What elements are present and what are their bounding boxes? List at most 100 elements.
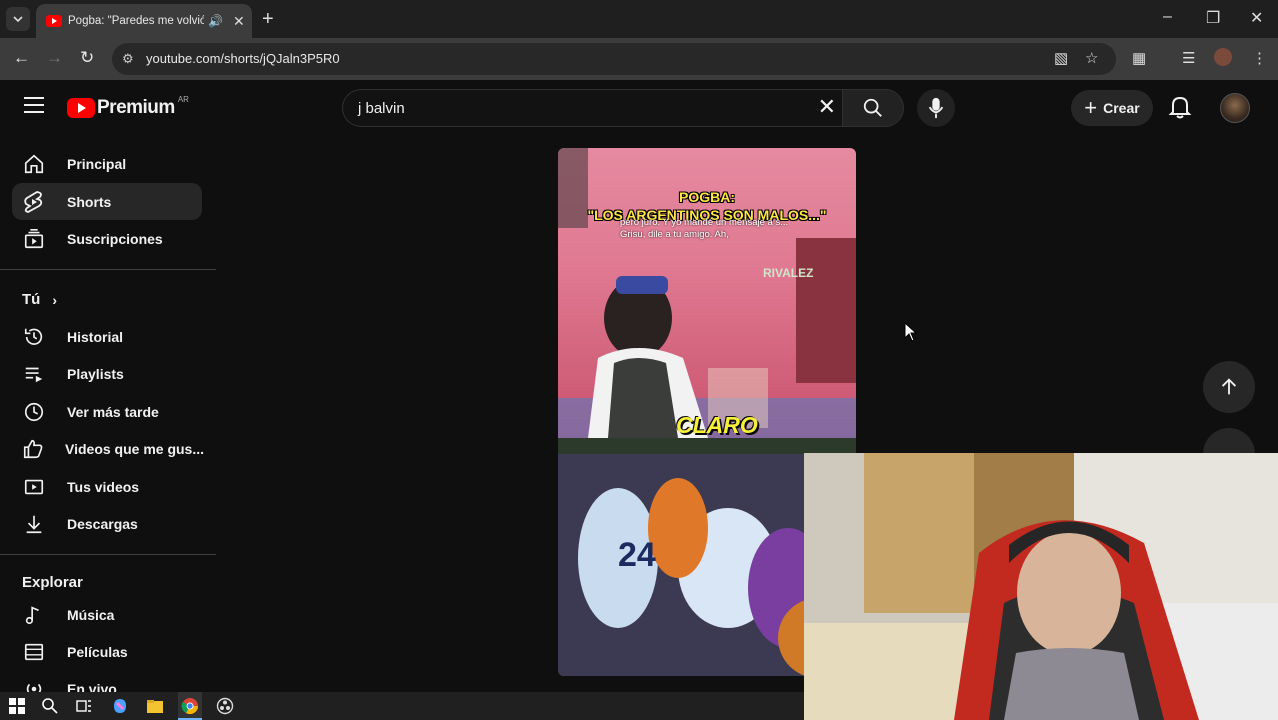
caption-overlay: CLARO [676,412,758,438]
country-code: AR [177,94,189,104]
voice-search-button[interactable] [917,89,955,127]
notifications-bell-icon[interactable] [1168,94,1192,125]
youtube-premium-logo[interactable]: Premium AR [67,94,189,119]
sidebar-item-label: Tus videos [67,478,140,495]
extensions-icon[interactable]: ▦ [1132,49,1146,67]
plus-icon: + [1084,95,1098,120]
restore-button[interactable]: ❐ [1206,8,1220,28]
media-controls-icon[interactable]: ☰ [1182,49,1195,67]
playlists-icon [22,362,46,386]
task-view-icon[interactable] [75,697,93,715]
video-subtitles: pero juro. Y yo mandé un mensaje a s... … [620,217,788,241]
chevron-right-icon: › [52,291,57,308]
explore-section-heading: Explorar [22,574,83,591]
close-tab-icon[interactable]: ✕ [233,13,245,30]
sidebar-item-label: Playlists [67,365,124,382]
bookmark-star-icon[interactable]: ☆ [1085,49,1098,67]
sidebar-item-peliculas[interactable]: Películas [12,633,202,670]
movies-icon [22,640,46,664]
music-icon [22,603,46,627]
sidebar-item-principal[interactable]: Principal [12,145,202,182]
subtitle-line-2: Grisu, dile a tu amigo. Ah, [620,229,729,240]
youtube-header: Premium AR j balvin ✕ + Crear [0,80,1278,136]
sidebar-item-label: Películas [67,643,128,660]
sidebar-divider [0,269,216,270]
url-text: youtube.com/shorts/jQJaln3P5R0 [146,51,340,66]
guide-menu-icon[interactable] [24,97,44,113]
address-bar[interactable]: ⚙ youtube.com/shorts/jQJaln3P5R0 [112,43,1116,75]
youtube-favicon-icon [46,15,62,27]
like-icon [22,437,44,461]
shorts-icon [22,190,46,214]
site-info-icon[interactable]: ⚙ [122,51,134,67]
sidebar-item-label: Descargas [67,515,138,532]
search-button[interactable] [842,89,904,127]
previous-short-button[interactable] [1203,361,1255,413]
sidebar-item-suscripciones[interactable]: Suscripciones [12,220,202,257]
download-icon [22,512,46,536]
search-query: j balvin [358,100,405,117]
tab-title: Pogba: "Paredes me volvió l [68,15,204,27]
chrome-taskbar-button[interactable] [178,692,202,720]
webcam-overlay [804,453,1278,720]
sidebar-item-label: Ver más tarde [67,403,159,420]
webcam-scene-illustration [804,453,1278,720]
install-app-icon[interactable]: ▧ [1054,49,1068,67]
history-icon [22,325,46,349]
you-section-heading[interactable]: Tú › [22,291,57,308]
jersey-number: 24 [618,536,656,574]
sidebar-item-videos-que-me-gustan[interactable]: Videos que me gus... [12,430,205,467]
new-tab-button[interactable]: + [262,8,274,31]
mouse-cursor-icon [904,322,918,342]
channel-watermark: RIVALEZ [763,266,814,280]
sidebar-item-en-vivo[interactable]: En vivo [12,670,202,692]
sidebar-item-shorts[interactable]: Shorts [12,183,202,220]
profile-avatar-icon[interactable] [1214,48,1232,66]
sidebar-item-label: En vivo [67,680,117,693]
sidebar-item-descargas[interactable]: Descargas [12,505,202,542]
you-heading-label: Tú [22,291,41,308]
file-explorer-icon[interactable] [146,697,164,715]
title-line-1: POGBA: [679,189,735,205]
audio-playing-icon[interactable]: 🔊 [208,14,223,28]
sidebar-item-ver-mas-tarde[interactable]: Ver más tarde [12,393,202,430]
back-button[interactable]: ← [13,48,30,68]
sidebar-item-playlists[interactable]: Playlists [12,355,202,392]
account-avatar[interactable] [1220,93,1250,123]
close-window-button[interactable]: ✕ [1250,8,1263,28]
search-input[interactable]: j balvin ✕ [342,89,842,127]
minimize-button[interactable]: – [1163,8,1172,26]
browser-toolbar: ← → ↻ ⚙ youtube.com/shorts/jQJaln3P5R0 ▧… [0,38,1278,80]
tab-search-button[interactable] [6,7,30,31]
video-frame-studio: POGBA: "LOS ARGENTINOS SON MALOS..." per… [558,148,856,438]
menu-kebab-icon[interactable]: ⋮ [1252,49,1267,67]
sidebar-item-tus-videos[interactable]: Tus videos [12,468,202,505]
home-icon [22,152,46,176]
create-button[interactable]: + Crear [1071,90,1153,126]
reload-button[interactable]: ↻ [80,48,94,68]
logo-word: Premium [97,97,175,118]
sidebar-item-musica[interactable]: Música [12,596,202,633]
obs-icon[interactable] [216,697,234,715]
sidebar-item-label: Suscripciones [67,230,163,247]
sidebar-item-label: Shorts [67,193,112,210]
subscriptions-icon [22,227,46,251]
create-label: Crear [1103,100,1140,116]
live-icon [22,677,46,692]
windows-start-icon[interactable] [8,697,26,715]
sidebar-item-label: Videos que me gus... [65,440,205,457]
sidebar-item-label: Principal [67,155,127,172]
sidebar-item-label: Música [67,606,115,623]
clear-search-icon[interactable]: ✕ [818,94,836,120]
arrow-up-icon [1221,378,1237,395]
your-videos-icon [22,475,46,499]
forward-button[interactable]: → [46,48,63,68]
browser-tab-strip: Pogba: "Paredes me volvió l 🔊 ✕ + – ❐ ✕ [0,0,1278,38]
search-taskbar-icon[interactable] [41,697,59,715]
guide-sidebar: Principal Shorts Suscripciones Tú › Hist… [0,136,216,692]
windows-taskbar [0,692,804,720]
copilot-icon[interactable] [111,697,129,715]
subtitle-line-1: pero juro. Y yo mandé un mensaje a s... [620,217,789,228]
sidebar-item-historial[interactable]: Historial [12,318,202,355]
browser-tab[interactable]: Pogba: "Paredes me volvió l 🔊 ✕ [36,4,252,38]
